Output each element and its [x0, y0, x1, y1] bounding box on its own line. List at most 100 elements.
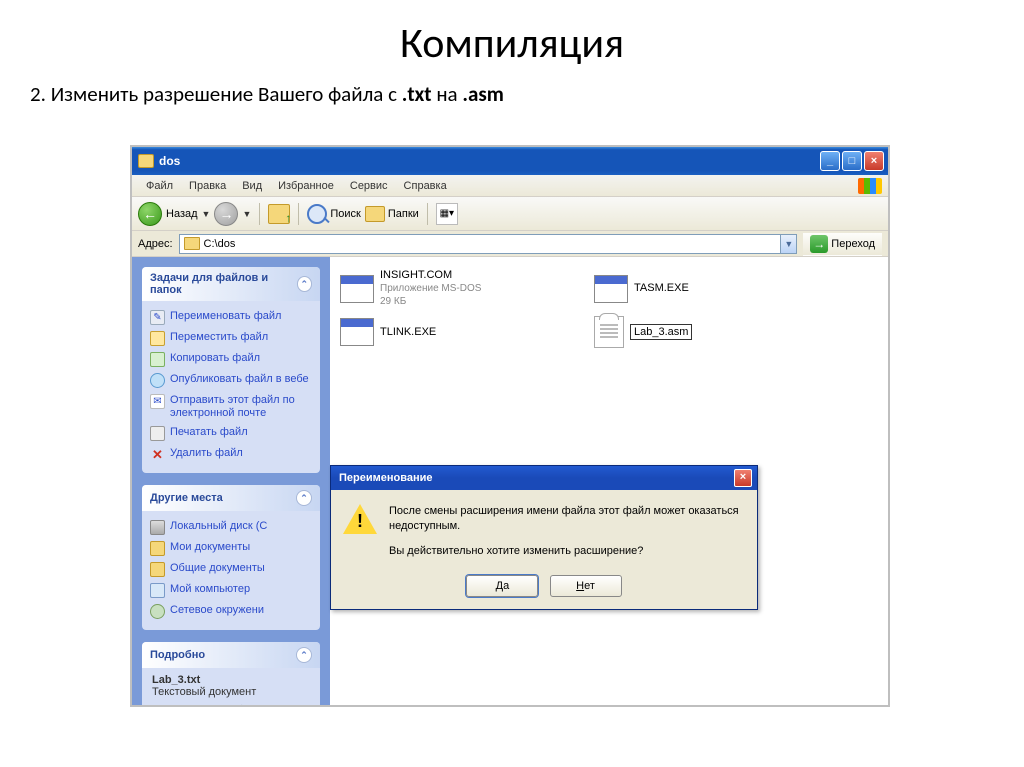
file-lab3[interactable]: Lab_3.asm	[594, 316, 824, 348]
delete-icon: ✕	[150, 447, 165, 462]
address-label: Адрес:	[138, 238, 173, 250]
places-panel: Другие места ⌃ Локальный диск (C Мои док…	[142, 485, 320, 630]
slide-title: Компиляция	[0, 0, 1024, 77]
file-name: TASM.EXE	[634, 282, 689, 295]
detail-modified: Изменен: 12 ноября 2010 г., 16:58	[152, 704, 310, 705]
back-button[interactable]: ← Назад ▼	[138, 202, 210, 226]
menu-help[interactable]: Справка	[396, 178, 455, 194]
place-label: Сетевое окружени	[170, 604, 312, 617]
place-network[interactable]: Сетевое окружени	[150, 601, 312, 622]
dialog-title: Переименование	[339, 472, 433, 484]
search-icon	[307, 204, 327, 224]
minimize-button[interactable]: _	[820, 151, 840, 171]
task-label: Опубликовать файл в вебе	[170, 373, 312, 386]
up-button[interactable]	[268, 204, 290, 224]
forward-dropdown-icon[interactable]: ▼	[242, 209, 251, 219]
no-button[interactable]: Нет	[550, 575, 622, 597]
menubar: Файл Правка Вид Избранное Сервис Справка	[132, 175, 888, 197]
address-dropdown-icon[interactable]: ▼	[780, 235, 796, 253]
separator	[427, 203, 428, 225]
places-header[interactable]: Другие места ⌃	[142, 485, 320, 511]
dialog-message-2: Вы действительно хотите изменить расшире…	[389, 544, 745, 559]
views-button[interactable]: ▦▾	[436, 203, 458, 225]
file-rename-input[interactable]: Lab_3.asm	[630, 324, 692, 340]
chevron-up-icon: ⌃	[296, 490, 312, 506]
subtitle-ext2: .asm	[462, 81, 503, 107]
place-label: Локальный диск (C	[170, 520, 312, 533]
separator	[298, 203, 299, 225]
task-label: Удалить файл	[170, 447, 312, 460]
address-input[interactable]: C:\dos ▼	[179, 234, 798, 254]
titlebar[interactable]: dos _ □ ×	[132, 147, 888, 175]
address-path: C:\dos	[204, 238, 236, 250]
sidebar: Задачи для файлов и папок ⌃ ✎Переименова…	[132, 257, 330, 705]
dialog-titlebar[interactable]: Переименование ×	[331, 466, 757, 490]
file-tasm[interactable]: TASM.EXE	[594, 269, 824, 308]
place-mycomputer[interactable]: Мой компьютер	[150, 580, 312, 601]
go-button[interactable]: → Переход	[803, 232, 882, 256]
task-delete[interactable]: ✕ Удалить файл	[150, 444, 312, 465]
app-icon	[340, 318, 374, 346]
forward-button[interactable]: →	[214, 202, 238, 226]
subtitle-ext1: .txt	[402, 81, 432, 107]
details-header-label: Подробно	[150, 649, 205, 661]
place-label: Мои документы	[170, 541, 312, 554]
file-tlink[interactable]: TLINK.EXE	[340, 316, 570, 348]
move-icon	[150, 331, 165, 346]
details-header[interactable]: Подробно ⌃	[142, 642, 320, 668]
task-copy[interactable]: Копировать файл	[150, 349, 312, 370]
maximize-button[interactable]: □	[842, 151, 862, 171]
go-arrow-icon: →	[810, 235, 828, 253]
task-label: Отправить этот файл по электронной почте	[170, 394, 312, 420]
separator	[259, 203, 260, 225]
task-label: Печатать файл	[170, 426, 312, 439]
detail-filename: Lab_3.txt	[152, 674, 310, 686]
file-insight[interactable]: INSIGHT.COM Приложение MS-DOS 29 КБ	[340, 269, 570, 308]
task-rename[interactable]: ✎Переименовать файл	[150, 307, 312, 328]
folder-icon	[138, 154, 154, 168]
web-icon	[150, 373, 165, 388]
task-move[interactable]: Переместить файл	[150, 328, 312, 349]
yes-suffix: а	[503, 580, 509, 592]
dialog-message-1: После смены расширения имени файла этот …	[389, 504, 745, 534]
places-header-label: Другие места	[150, 492, 223, 504]
windows-flag-icon	[858, 178, 882, 194]
dialog-close-button[interactable]: ×	[734, 469, 752, 487]
place-localdisk[interactable]: Локальный диск (C	[150, 517, 312, 538]
copy-icon	[150, 352, 165, 367]
place-label: Мой компьютер	[170, 583, 312, 596]
addressbar: Адрес: C:\dos ▼ → Переход	[132, 231, 888, 257]
menu-view[interactable]: Вид	[234, 178, 270, 194]
task-print[interactable]: Печатать файл	[150, 423, 312, 444]
menu-favorites[interactable]: Избранное	[270, 178, 342, 194]
menu-tools[interactable]: Сервис	[342, 178, 396, 194]
chevron-up-icon: ⌃	[297, 276, 312, 292]
place-mydocs[interactable]: Мои документы	[150, 538, 312, 559]
app-icon	[594, 275, 628, 303]
place-label: Общие документы	[170, 562, 312, 575]
close-button[interactable]: ×	[864, 151, 884, 171]
slide-subtitle: 2. Изменить разрешение Вашего файла с .t…	[0, 77, 1024, 115]
task-label: Переместить файл	[170, 331, 312, 344]
menu-file[interactable]: Файл	[138, 178, 181, 194]
task-label: Копировать файл	[170, 352, 312, 365]
search-button[interactable]: Поиск	[307, 204, 360, 224]
rename-icon: ✎	[150, 310, 165, 325]
explorer-window: dos _ □ × Файл Правка Вид Избранное Серв…	[130, 145, 890, 707]
search-label: Поиск	[330, 208, 360, 220]
place-shareddocs[interactable]: Общие документы	[150, 559, 312, 580]
back-label: Назад	[166, 208, 198, 220]
menu-edit[interactable]: Правка	[181, 178, 234, 194]
rename-dialog: Переименование × После смены расширения …	[330, 465, 758, 610]
task-email[interactable]: ✉Отправить этот файл по электронной почт…	[150, 391, 312, 423]
mydocs-icon	[150, 541, 165, 556]
yes-button[interactable]: Да	[466, 575, 538, 597]
folders-button[interactable]: Папки	[365, 206, 419, 222]
tasks-header-label: Задачи для файлов и папок	[150, 272, 297, 296]
tasks-header[interactable]: Задачи для файлов и папок ⌃	[142, 267, 320, 301]
back-dropdown-icon[interactable]: ▼	[202, 209, 211, 219]
network-icon	[150, 604, 165, 619]
task-publish[interactable]: Опубликовать файл в вебе	[150, 370, 312, 391]
tasks-panel: Задачи для файлов и папок ⌃ ✎Переименова…	[142, 267, 320, 473]
no-suffix: ет	[584, 580, 595, 592]
